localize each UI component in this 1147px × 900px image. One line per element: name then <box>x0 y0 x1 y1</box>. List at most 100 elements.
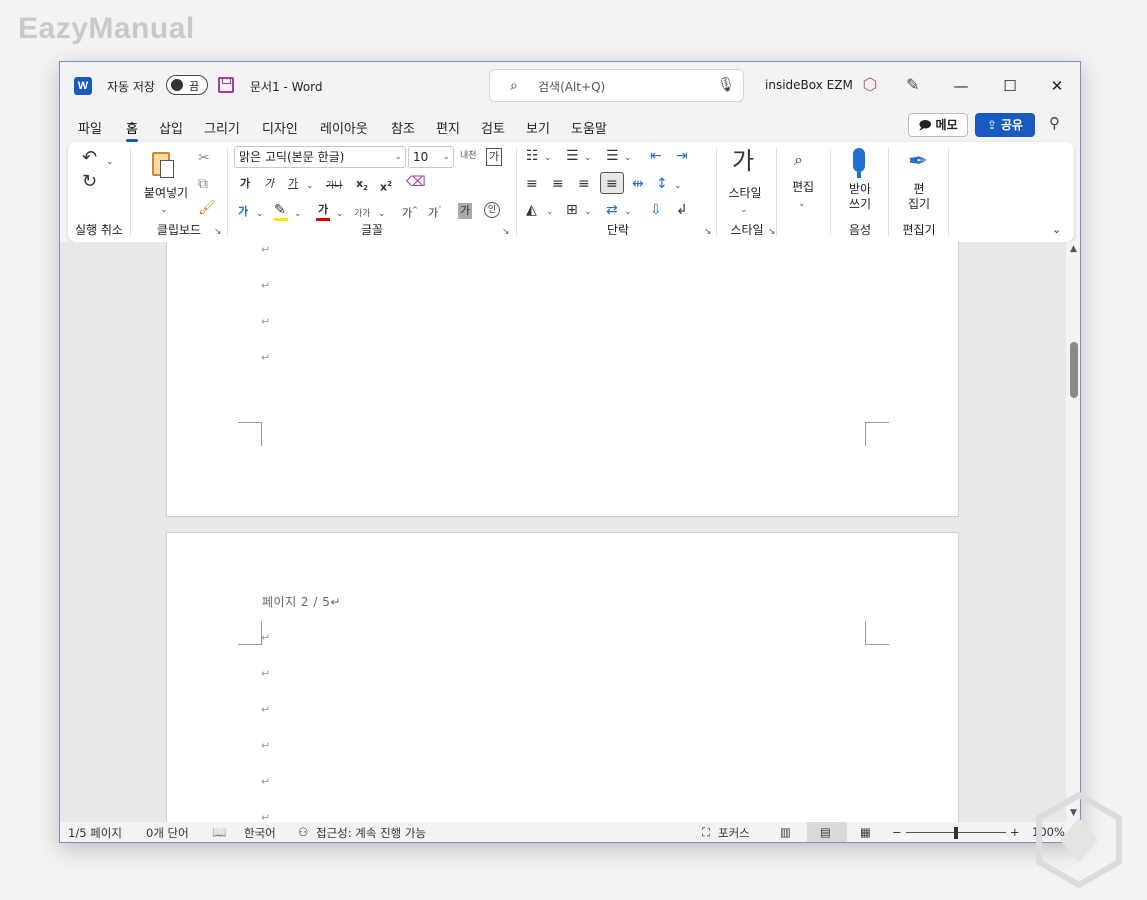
share-button[interactable]: ⇪ 공유 <box>975 113 1035 137</box>
underline-button[interactable]: 가 <box>288 176 298 192</box>
text-effects-button[interactable]: 가 <box>238 204 248 220</box>
cut-icon[interactable]: ✂ <box>198 150 210 166</box>
chevron-down-icon[interactable]: ⌄ <box>378 206 386 222</box>
accessibility-status[interactable]: 접근성: 계속 진행 가능 <box>316 825 426 841</box>
paste-icon[interactable] <box>148 150 178 180</box>
microphone-icon[interactable]: 🎙 <box>717 77 735 93</box>
align-left-icon[interactable]: ≡ <box>526 176 538 192</box>
tab-review[interactable]: 검토 <box>481 118 505 137</box>
document-canvas[interactable]: ↵ ↵ ↵ ↵ 페이지 2 / 5↵ ↵ ↵ ↵ ↵ ↵ ↵ <box>60 242 1066 822</box>
line-spacing-icon[interactable]: ↕ <box>656 176 668 192</box>
superscript-button[interactable]: x2 <box>380 176 392 196</box>
web-layout-icon[interactable]: ▦ <box>860 825 871 839</box>
chevron-down-icon[interactable]: ⌄ <box>624 150 632 166</box>
tab-file[interactable]: 파일 <box>78 118 102 137</box>
clear-formatting-icon[interactable]: ⌫ <box>406 174 426 190</box>
scroll-up-arrow-icon[interactable]: ▲ <box>1070 244 1077 254</box>
highlight-icon[interactable]: ✎ <box>274 202 286 218</box>
styles-launcher-icon[interactable]: ↘ <box>768 227 776 237</box>
comments-button[interactable]: 🗩 메모 <box>908 113 968 137</box>
font-color-button[interactable]: 가 <box>318 202 328 218</box>
chevron-down-icon[interactable]: ⌄ <box>546 204 554 220</box>
chevron-down-icon[interactable]: ⌄ <box>584 150 592 166</box>
italic-button[interactable]: 가 <box>264 176 274 192</box>
font-launcher-icon[interactable]: ↘ <box>502 227 510 237</box>
grow-font-button[interactable]: 가^ <box>402 202 418 222</box>
bold-button[interactable]: 가 <box>240 176 250 192</box>
tab-view[interactable]: 보기 <box>526 118 550 137</box>
find-icon[interactable]: ⌕ <box>794 152 803 168</box>
dictate-button[interactable]: 받아 쓰기 <box>832 182 888 212</box>
close-button[interactable]: ✕ <box>1037 72 1077 100</box>
char-border-button[interactable]: 가 <box>486 148 503 166</box>
scrollbar-thumb[interactable] <box>1070 342 1078 398</box>
shading-icon[interactable]: ◭ <box>526 202 537 218</box>
minimize-button[interactable]: — <box>941 72 981 100</box>
undo-dropdown-icon[interactable]: ⌄ <box>106 154 114 170</box>
page-count[interactable]: 1/5 페이지 <box>68 825 122 841</box>
tab-mailings[interactable]: 편지 <box>436 118 460 137</box>
bullets-icon[interactable]: ☷ <box>526 148 539 164</box>
chevron-down-icon[interactable]: ⌄ <box>294 206 302 222</box>
tab-layout[interactable]: 레이아웃 <box>320 118 368 137</box>
dictate-mic-icon[interactable] <box>853 148 865 172</box>
editor-pen-icon[interactable]: ✒ <box>908 148 928 174</box>
zoom-in-button[interactable]: + <box>1010 825 1020 839</box>
redo-icon[interactable]: ↻ <box>82 173 97 191</box>
phonetic-guide-button[interactable]: 내천 <box>460 148 477 164</box>
tab-home[interactable]: 홈 <box>126 118 138 142</box>
chevron-down-icon[interactable]: ⌄ <box>674 178 682 194</box>
language-indicator[interactable]: 한국어 <box>244 825 276 841</box>
tab-help[interactable]: 도움말 <box>571 118 607 137</box>
decrease-indent-icon[interactable]: ⇤ <box>650 148 662 164</box>
paste-dropdown-icon[interactable]: ⌄ <box>160 202 168 218</box>
format-painter-icon[interactable]: 🖌 <box>198 200 216 216</box>
strikethrough-button[interactable]: 가나 <box>326 178 343 194</box>
tab-insert[interactable]: 삽입 <box>159 118 183 137</box>
chevron-down-icon[interactable]: ⌄ <box>544 150 552 166</box>
chevron-down-icon[interactable]: ⌄ <box>256 206 264 222</box>
word-count[interactable]: 0개 단어 <box>146 825 189 841</box>
maximize-button[interactable]: ☐ <box>990 72 1030 100</box>
chevron-down-icon[interactable]: ⌄ <box>624 204 632 220</box>
focus-mode-button[interactable]: 포커스 <box>718 825 750 841</box>
show-marks-icon[interactable]: ↲ <box>676 202 688 218</box>
document-page-1[interactable]: ↵ ↵ ↵ ↵ <box>166 242 959 517</box>
focus-icon[interactable]: ⛶ <box>702 825 710 840</box>
text-direction-icon[interactable]: ⇄ <box>606 202 618 218</box>
chevron-down-icon[interactable]: ⌄ <box>336 206 344 222</box>
distributed-icon[interactable]: ⇹ <box>632 176 644 192</box>
chevron-down-icon[interactable]: ⌄ <box>306 178 314 194</box>
styles-icon[interactable]: 가 <box>732 148 754 174</box>
search-input[interactable]: ⌕ 검색(Alt+Q) 🎙 <box>489 69 744 102</box>
document-page-2[interactable]: 페이지 2 / 5↵ ↵ ↵ ↵ ↵ ↵ ↵ <box>166 532 959 822</box>
character-shading-button[interactable]: 가 <box>458 203 473 219</box>
paste-button[interactable]: 붙여넣기 <box>140 186 192 201</box>
numbering-icon[interactable]: ☰ <box>566 148 579 164</box>
copilot-icon[interactable]: ⚲ <box>1049 114 1060 132</box>
multilevel-list-icon[interactable]: ☰ <box>606 148 619 164</box>
paragraph-launcher-icon[interactable]: ↘ <box>704 227 712 237</box>
sort-icon[interactable]: ⇩ <box>650 202 662 218</box>
enclose-characters-button[interactable]: 인 <box>484 202 500 218</box>
editor-button[interactable]: 편 집기 <box>890 182 948 212</box>
chevron-down-icon[interactable]: ⌄ <box>740 202 748 218</box>
tab-draw[interactable]: 그리기 <box>204 118 240 137</box>
read-mode-icon[interactable]: ▥ <box>780 825 791 839</box>
vertical-scrollbar[interactable]: ▲ ▼ <box>1066 242 1080 822</box>
undo-icon[interactable]: ↶ <box>82 149 97 167</box>
save-icon[interactable] <box>218 77 234 93</box>
proofing-book-icon[interactable]: 📖 <box>212 825 226 839</box>
shrink-font-button[interactable]: 가ˇ <box>428 202 442 222</box>
align-center-icon[interactable]: ≡ <box>552 176 564 192</box>
increase-indent-icon[interactable]: ⇥ <box>676 148 688 164</box>
chevron-down-icon[interactable]: ⌄ <box>584 204 592 220</box>
subscript-button[interactable]: x2 <box>356 176 368 196</box>
autosave-toggle[interactable]: 끔 <box>166 75 208 95</box>
styles-button[interactable]: 스타일 <box>720 186 770 201</box>
editing-button[interactable]: 편집 <box>778 180 828 195</box>
copy-icon[interactable]: ⧉ <box>198 176 208 192</box>
zoom-slider-thumb[interactable] <box>954 827 958 839</box>
borders-icon[interactable]: ⊞ <box>566 202 578 218</box>
font-size-select[interactable]: 10 ⌄ <box>408 146 454 168</box>
